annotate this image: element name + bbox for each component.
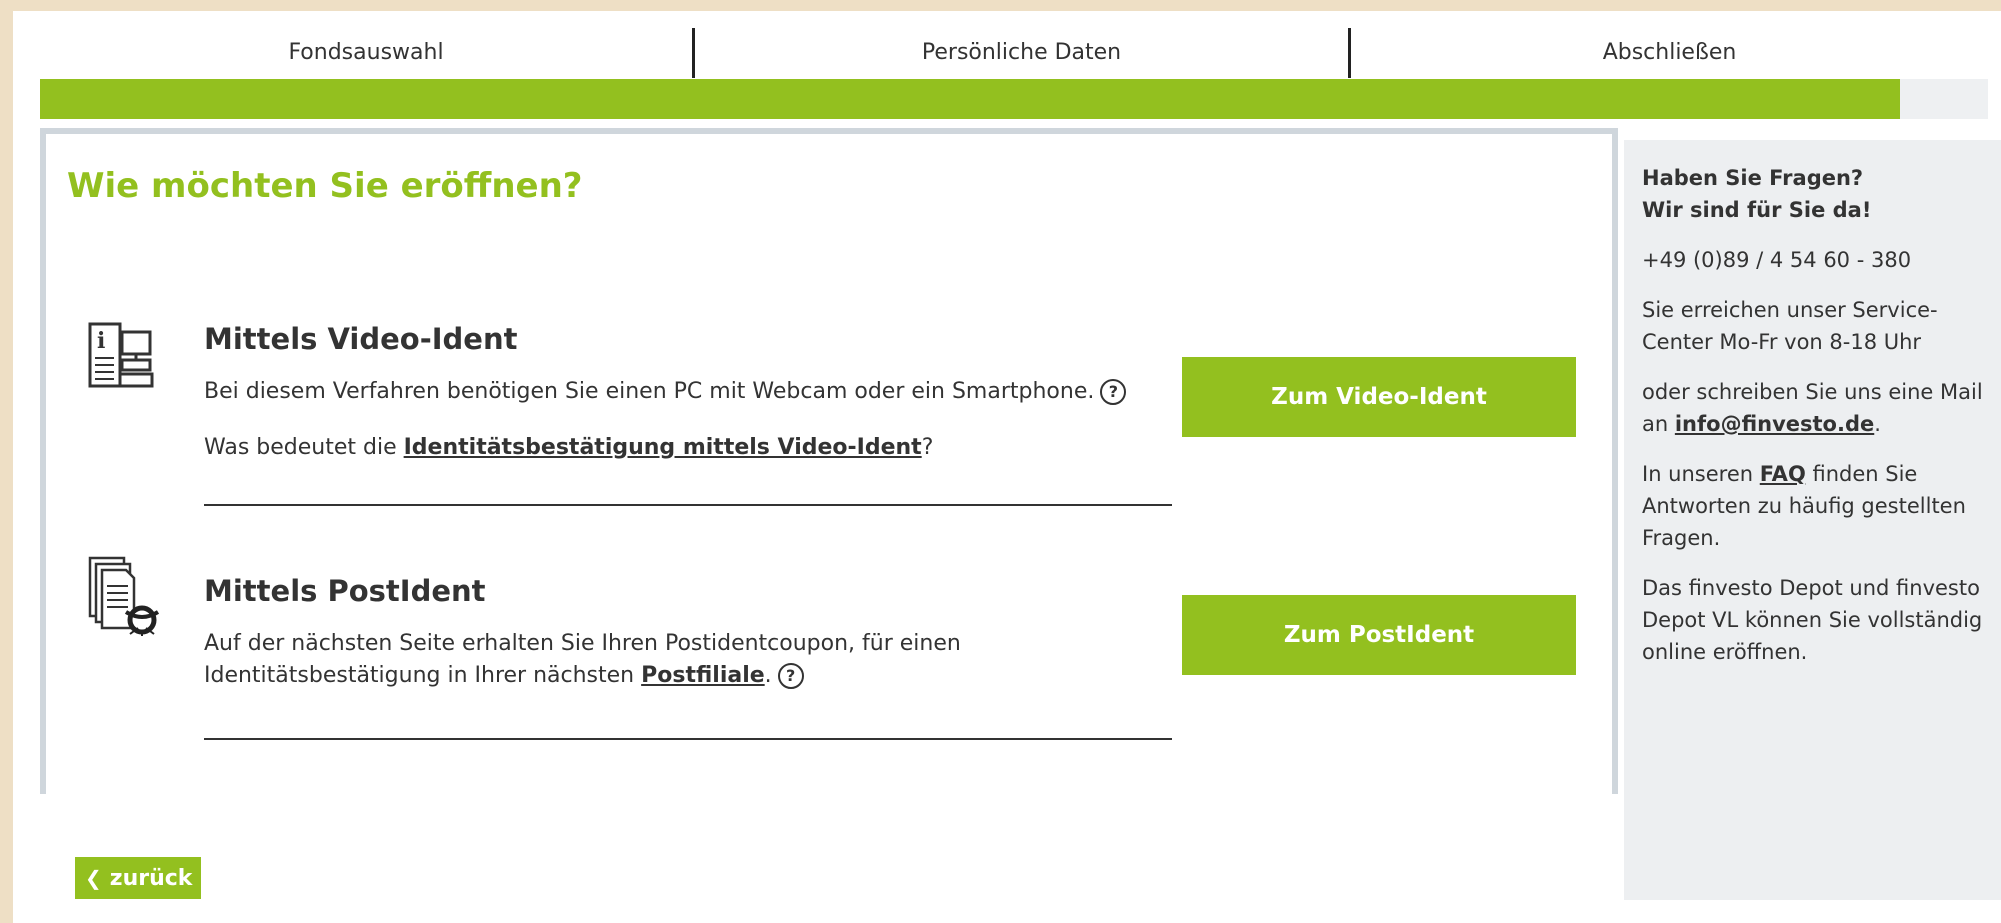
postident-button[interactable]: Zum PostIdent xyxy=(1182,595,1576,675)
separator xyxy=(204,738,1172,740)
step-abschliessen: Abschließen xyxy=(1348,28,1988,78)
video-ident-question: Was bedeutet die Identitätsbestätigung m… xyxy=(204,435,934,460)
video-ident-info-link[interactable]: Identitätsbestätigung mittels Video-Iden… xyxy=(404,435,922,460)
svg-text:i: i xyxy=(97,328,105,354)
sidebar-mail: oder schreiben Sie uns eine Mail an info… xyxy=(1642,380,1983,436)
video-ident-description: Bei diesem Verfahren benötigen Sie einen… xyxy=(204,376,1127,408)
info-computer-icon: i xyxy=(86,318,156,398)
postfiliale-link[interactable]: Postfiliale xyxy=(641,663,765,688)
video-ident-button[interactable]: Zum Video-Ident xyxy=(1182,357,1576,437)
step-persoenliche-daten: Persönliche Daten xyxy=(692,28,1348,78)
sidebar-heading: Haben Sie Fragen? Wir sind für Sie da! xyxy=(1642,166,1872,222)
progress-fill xyxy=(40,79,1901,119)
postident-title: Mittels PostIdent xyxy=(204,574,486,608)
back-label: zurück xyxy=(109,865,193,891)
option-postident: Mittels PostIdent Auf der nächsten Seite… xyxy=(46,554,1612,754)
faq-link[interactable]: FAQ xyxy=(1760,462,1806,486)
sidebar-faq: In unseren FAQ finden Sie Antworten zu h… xyxy=(1642,462,1966,550)
postident-description: Auf der nächsten Seite erhalten Sie Ihre… xyxy=(204,631,961,689)
sidebar-phone: +49 (0)89 / 4 54 60 - 380 xyxy=(1642,248,1912,272)
page-title: Wie möchten Sie eröffnen? xyxy=(67,166,583,206)
sidebar-online: Das finvesto Depot und finvesto Depot VL… xyxy=(1642,576,1983,664)
post-document-icon xyxy=(86,554,160,636)
sidebar-hours: Sie erreichen unser Service-Center Mo-Fr… xyxy=(1642,298,1938,354)
step-fondsauswahl: Fondsauswahl xyxy=(288,40,444,65)
back-button[interactable]: ❮ zurück xyxy=(75,857,201,899)
step-indicator: Fondsauswahl Persönliche Daten Abschließ… xyxy=(40,28,1988,78)
help-sidebar: Haben Sie Fragen? Wir sind für Sie da! +… xyxy=(1624,140,2001,900)
mail-link[interactable]: info@finvesto.de xyxy=(1675,412,1874,436)
chevron-left-icon: ❮ xyxy=(85,866,102,890)
help-icon[interactable]: ? xyxy=(1100,379,1127,405)
option-video-ident: i Mittels Video-Ident Bei diesem Verfahr… xyxy=(46,304,1612,506)
video-ident-title: Mittels Video-Ident xyxy=(204,322,518,356)
separator xyxy=(204,504,1172,506)
help-icon[interactable]: ? xyxy=(777,663,804,689)
identification-card: Wie möchten Sie eröffnen? i Mittels Vide… xyxy=(40,128,1618,794)
progress-bar xyxy=(40,79,1988,119)
